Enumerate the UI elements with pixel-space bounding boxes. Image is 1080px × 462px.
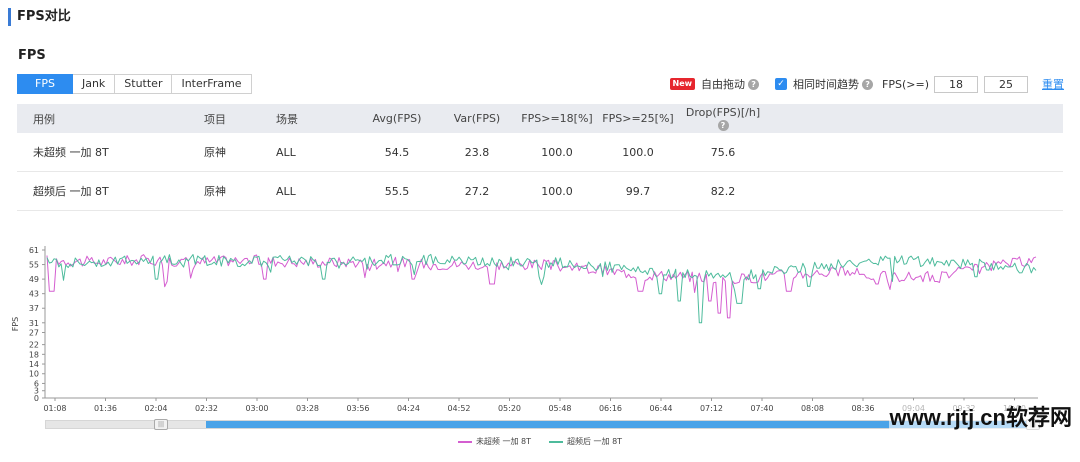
header-scene: 场景 [276, 112, 298, 126]
legend-label: 超频后 一加 8T [567, 437, 623, 446]
header-drop-fps-label: Drop(FPS)[/h] [685, 106, 761, 119]
new-badge: New [669, 78, 696, 90]
y-tick-label: 22 [29, 341, 39, 350]
legend-item-series-1[interactable]: 未超频 一加 8T [457, 436, 531, 447]
cell-fps-25: 100.0 [622, 145, 654, 159]
x-tick-label: 07:12 [700, 404, 723, 413]
reset-link[interactable]: 重置 [1042, 76, 1064, 92]
page-title: FPS对比 [8, 8, 71, 26]
fps-summary-table: 用例 项目 场景 Avg(FPS) Var(FPS) FPS>=18[%] FP… [17, 104, 1063, 211]
chart-legend: 未超频 一加 8T 超频后 一加 8T [0, 436, 1080, 447]
header-drop-fps: Drop(FPS)[/h] ? [681, 104, 765, 133]
x-tick-label: 01:36 [94, 404, 117, 413]
y-tick-label: 10 [29, 370, 39, 379]
y-tick-label: 43 [29, 290, 39, 299]
header-case: 用例 [33, 112, 55, 126]
y-axis-label: FPS [11, 317, 20, 332]
cell-avg-fps: 55.5 [384, 184, 410, 198]
same-time-trend-label[interactable]: 相同时间趋势 [793, 76, 859, 92]
x-tick-label: 06:44 [649, 404, 672, 413]
tab-fps[interactable]: FPS [17, 74, 73, 94]
cell-drop-fps: 82.2 [710, 184, 736, 198]
scrollbar-left-handle[interactable]: ||| [154, 419, 168, 430]
legend-swatch-series-1 [457, 440, 472, 443]
tab-stutter[interactable]: Stutter [115, 74, 173, 94]
x-tick-label: 03:28 [296, 404, 319, 413]
x-tick-label: 04:24 [397, 404, 420, 413]
x-tick-label: 04:52 [447, 404, 470, 413]
x-tick-label: 01:08 [43, 404, 66, 413]
header-fps-25: FPS>=25[%] [602, 112, 674, 125]
y-tick-label: 37 [29, 304, 39, 313]
header-avg-fps: Avg(FPS) [372, 112, 422, 125]
header-fps-18: FPS>=18[%] [521, 112, 593, 125]
table-header: 用例 项目 场景 Avg(FPS) Var(FPS) FPS>=18[%] FP… [17, 104, 1063, 133]
cell-fps-18: 100.0 [541, 145, 573, 159]
x-tick-label: 03:56 [346, 404, 369, 413]
x-tick-label: 05:48 [548, 404, 571, 413]
table-row: 超频后 一加 8T 原神 ALL 55.5 27.2 100.0 99.7 82… [17, 172, 1063, 211]
table-row: 未超频 一加 8T 原神 ALL 54.5 23.8 100.0 100.0 7… [17, 133, 1063, 172]
metric-tabs: FPS Jank Stutter InterFrame [17, 74, 252, 94]
cell-fps-25: 99.7 [625, 184, 651, 198]
y-tick-label: 31 [29, 319, 39, 328]
y-tick-label: 18 [29, 350, 39, 359]
cell-drop-fps: 75.6 [710, 145, 736, 159]
legend-label: 未超频 一加 8T [475, 437, 531, 446]
y-tick-label: 49 [29, 275, 39, 284]
y-tick-label: 27 [29, 328, 39, 337]
x-tick-label: 08:36 [851, 404, 874, 413]
x-tick-label: 05:20 [498, 404, 521, 413]
cell-scene: ALL [276, 145, 296, 159]
header-project: 项目 [204, 112, 226, 126]
legend-item-series-2[interactable]: 超频后 一加 8T [549, 436, 622, 447]
same-time-trend-checkbox[interactable]: ✓ [775, 78, 788, 90]
x-tick-label: 07:40 [750, 404, 773, 413]
cell-scene: ALL [276, 184, 296, 198]
fps-threshold-label: FPS(>=) [882, 77, 929, 91]
same-time-trend-help-icon[interactable]: ? [862, 78, 874, 90]
free-drag-label[interactable]: 自由拖动 [701, 76, 745, 92]
free-drag-help-icon[interactable]: ? [748, 78, 760, 90]
cell-fps-18: 100.0 [541, 184, 573, 198]
chart-toolbar: New 自由拖动 ? ✓ 相同时间趋势 ? FPS(>=) 重置 [669, 75, 1064, 93]
x-tick-label: 03:00 [245, 404, 268, 413]
x-tick-label: 08:08 [801, 404, 824, 413]
tab-interframe[interactable]: InterFrame [172, 74, 252, 94]
cell-avg-fps: 54.5 [384, 145, 410, 159]
cell-case: 超频后 一加 8T [33, 185, 109, 198]
y-tick-label: 61 [29, 246, 39, 255]
x-tick-label: 06:16 [599, 404, 622, 413]
section-title: FPS [18, 48, 46, 63]
cell-project: 原神 [204, 146, 226, 159]
y-tick-label: 6 [34, 379, 39, 388]
fps-chart-canvas: 0361014182227313743495561FPS01:08 01:36 02… [11, 246, 1038, 413]
cell-project: 原神 [204, 185, 226, 198]
tab-jank[interactable]: Jank [72, 74, 116, 94]
y-tick-label: 14 [29, 360, 39, 369]
series-line-2 [46, 253, 1037, 324]
header-var-fps: Var(FPS) [453, 112, 501, 125]
legend-swatch-series-2 [549, 440, 563, 443]
site-watermark: www.rjtj.cn软荐网 [889, 400, 1072, 432]
x-tick-label: 02:04 [144, 404, 167, 413]
cell-case: 未超频 一加 8T [33, 146, 109, 159]
fps-threshold-input-2[interactable] [984, 75, 1028, 93]
drop-fps-help-icon[interactable]: ? [717, 120, 729, 131]
y-tick-label: 55 [29, 261, 39, 270]
cell-var-fps: 27.2 [464, 184, 490, 198]
cell-var-fps: 23.8 [464, 145, 490, 159]
x-tick-label: 02:32 [195, 404, 218, 413]
fps-threshold-input-1[interactable] [934, 75, 978, 93]
